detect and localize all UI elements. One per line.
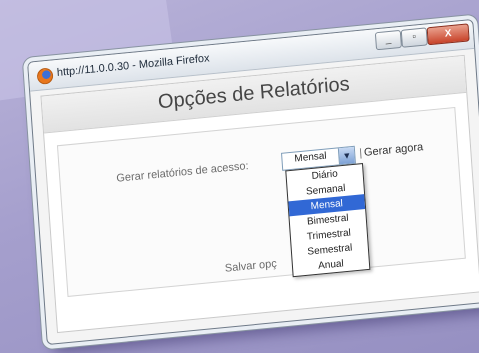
generate-now-link[interactable]: Gerar agora [364,141,424,159]
close-button[interactable]: X [426,23,470,46]
generate-now-group: |Gerar agora [359,141,424,159]
minimize-button[interactable]: _ [374,29,402,51]
page-content: Opções de Relatórios Gerar relatórios de… [40,54,479,334]
options-panel: Gerar relatórios de acesso: Mensal ▼ |Ge… [56,106,466,297]
frequency-dropdown-list: Diário Semanal Mensal Bimestral Trimestr… [285,163,371,278]
frequency-select-value: Mensal [294,150,327,165]
scene: http://11.0.0.30 - Mozilla Firefox _ ▫ X… [0,0,479,353]
window-title: http://11.0.0.30 - Mozilla Firefox [56,52,210,79]
chevron-down-icon[interactable]: ▼ [337,146,355,165]
browser-window: http://11.0.0.30 - Mozilla Firefox _ ▫ X… [27,18,479,346]
maximize-button[interactable]: ▫ [400,27,428,48]
separator: | [358,147,363,160]
generate-reports-label: Gerar relatórios de acesso: [116,160,249,185]
firefox-icon [36,67,54,85]
save-options-button[interactable]: Salvar opç [225,258,278,275]
